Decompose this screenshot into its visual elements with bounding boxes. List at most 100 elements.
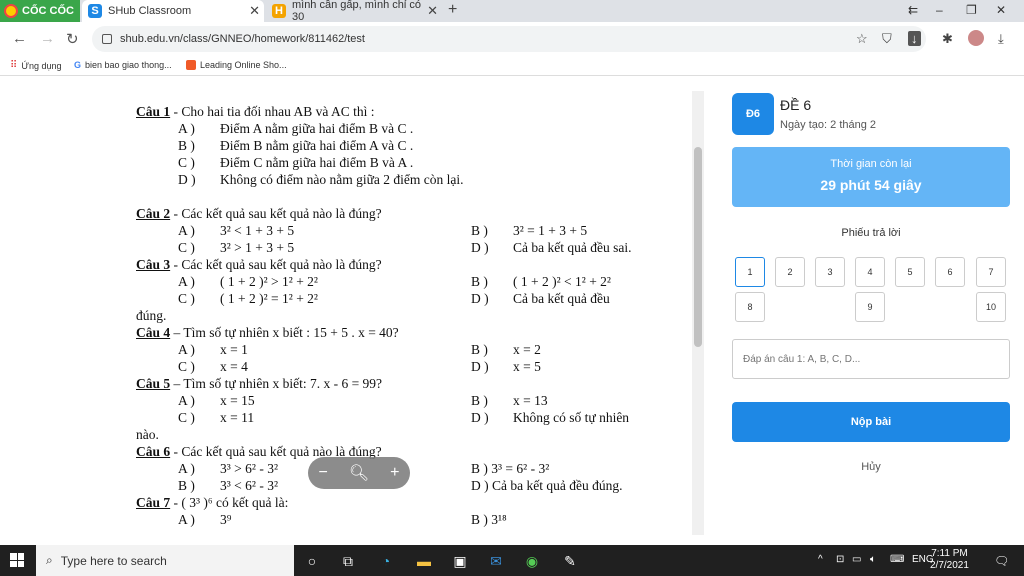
option-letter: A ) (178, 121, 195, 136)
option-letter: D ) (178, 172, 196, 187)
notifications-icon[interactable]: 🗨︎ (994, 554, 1009, 568)
file-explorer-icon[interactable]: ▬ (414, 551, 434, 571)
submit-button[interactable]: Nộp bài (732, 402, 1010, 442)
tab-search-icon[interactable]: ⇇ (908, 3, 918, 17)
coccoc-menu-button[interactable]: CỐC CỐC (0, 0, 80, 22)
close-tab-icon[interactable]: ✕ (427, 3, 438, 19)
question-text: - Các kết quả sau kết quả nào là đúng? (170, 206, 382, 221)
option-text: x = 1 (220, 342, 248, 357)
zoom-out-icon[interactable]: − (319, 464, 328, 482)
option-letter: A ) (178, 393, 195, 408)
answer-box[interactable]: 7 (976, 257, 1006, 287)
profile-avatar[interactable] (968, 30, 984, 46)
extensions-icon[interactable]: ✱ (942, 31, 953, 47)
answer-box[interactable]: 5 (895, 257, 925, 287)
back-button[interactable]: ← (12, 30, 27, 47)
coccoc-taskbar-icon[interactable]: ◉ (522, 551, 542, 571)
option-letter: A ) (178, 512, 195, 527)
timer-value: 29 phút 54 giây (820, 177, 922, 193)
option-text: 3³ > 6² - 3² (220, 461, 279, 476)
keyboard-icon[interactable]: ⌨ (890, 554, 904, 565)
bookmark-bien-bao[interactable]: G bien bao giao thong... (74, 60, 172, 70)
option-letter: C ) (178, 359, 195, 374)
mail-icon[interactable]: ✉ (486, 551, 506, 571)
bookmark-label: bien bao giao thong... (85, 60, 172, 70)
hoidap-favicon-icon: H (272, 4, 286, 18)
option-text: Điểm A nằm giữa hai điểm B và C . (220, 121, 414, 136)
continuation-text: nào. (136, 427, 159, 442)
answer-box[interactable]: 4 (855, 257, 885, 287)
question-number: Câu 2 (136, 206, 171, 221)
close-tab-icon[interactable]: ✕ (249, 3, 260, 19)
answer-box[interactable]: 9 (855, 292, 885, 322)
option-text: ( 1 + 2 )² < 1² + 2² (513, 274, 611, 289)
download-icon[interactable]: ↓ (908, 31, 921, 46)
question-text: - ( 3³ )⁶ có kết quả là: (170, 495, 289, 510)
option-letter: A ) (178, 461, 195, 476)
option-text: ( 1 + 2 )² > 1² + 2² (220, 274, 318, 289)
answer-box[interactable]: 3 (815, 257, 845, 287)
tab-hoidap[interactable]: H mình cần gấp, mình chỉ có 30 ✕ (266, 0, 442, 23)
answer-sheet-title: Phiếu trả lời (841, 227, 901, 239)
option-text: x = 2 (513, 342, 541, 357)
store-icon[interactable]: ▣ (450, 551, 470, 571)
task-view-icon[interactable]: ⧉ (338, 551, 358, 571)
clock-date: 2/7/2021 (930, 560, 969, 571)
option-letter: A ) (178, 274, 195, 289)
volume-icon[interactable]: 🔈︎ (870, 554, 876, 565)
taskbar-clock[interactable]: 7:11 PM 2/7/2021 (930, 548, 969, 572)
restore-button[interactable]: ❐ (966, 3, 977, 17)
forward-button[interactable]: → (40, 30, 55, 47)
zoom-in-icon[interactable]: + (390, 464, 399, 482)
continuation-text: đúng. (136, 308, 167, 323)
zoom-magnifier-icon[interactable]: 🔍︎ (349, 463, 369, 483)
option-text: x = 4 (220, 359, 248, 374)
shield-icon[interactable]: ⛉ (882, 31, 892, 47)
bookmark-star-icon[interactable]: ☆ (856, 31, 868, 47)
edge-icon[interactable]: ◔ (376, 551, 396, 571)
option-text: 3³ < 6² - 3² (220, 478, 279, 493)
windows-taskbar: ⌕ Type here to search ○ ⧉ ◔ ▬ ▣ ✉ ◉ ✎ ^ … (0, 545, 1024, 576)
cortana-icon[interactable]: ○ (302, 551, 322, 571)
shub-favicon-icon: S (88, 4, 102, 18)
document-line: A ) 3² < 1 + 3 + 5 B ) 3² = 1 + 3 + 5 (136, 222, 676, 239)
minimize-button[interactable]: – (936, 3, 943, 17)
answer-input[interactable] (732, 339, 1010, 379)
show-hidden-icons[interactable]: ^ (818, 554, 823, 565)
address-bar[interactable]: shub.edu.vn/class/GNNEO/homework/811462/… (92, 26, 926, 52)
document-line: Câu 1 - Cho hai tia đối nhau AB và AC th… (136, 103, 676, 120)
option-letter: B ) 3³ = 6² - 3² (471, 461, 550, 476)
new-tab-button[interactable]: + (448, 1, 457, 19)
paint-icon[interactable]: ✎ (560, 551, 580, 571)
google-icon: G (74, 60, 82, 70)
option-text: x = 5 (513, 359, 541, 374)
scrollbar-thumb[interactable] (694, 147, 702, 347)
download-arrow-icon[interactable]: ⤓ (998, 31, 1004, 47)
windows-start-icon[interactable] (10, 553, 24, 567)
document-line: B ) Điểm B nằm giữa hai điểm A và C . (136, 137, 676, 154)
bookmark-leading[interactable]: Leading Online Sho... (186, 60, 287, 70)
meet-now-icon[interactable]: ⊡ (836, 554, 844, 565)
reload-button[interactable]: ↻ (66, 30, 79, 48)
tab-shub[interactable]: S SHub Classroom ✕ (82, 0, 264, 22)
close-window-button[interactable]: ✕ (996, 3, 1006, 17)
taskbar-search[interactable]: ⌕ Type here to search (36, 545, 294, 576)
document-line: Câu 7 - ( 3³ )⁶ có kết quả là: (136, 494, 676, 511)
answer-box[interactable]: 1 (735, 257, 765, 287)
answer-box[interactable]: 2 (775, 257, 805, 287)
option-text: Không có điểm nào nằm giữa 2 điểm còn lạ… (220, 172, 464, 187)
cancel-link[interactable]: Hủy (732, 461, 1010, 473)
document-scrollbar[interactable] (692, 91, 704, 535)
clock-time: 7:11 PM (931, 548, 968, 559)
answer-box[interactable]: 6 (935, 257, 965, 287)
answer-box[interactable]: 8 (735, 292, 765, 322)
network-icon[interactable]: ▭ (852, 554, 861, 565)
bookmark-label: Ứng dụng (21, 60, 62, 71)
question-number: Câu 6 (136, 444, 171, 459)
option-text: Cả ba kết quả đều (513, 291, 610, 306)
document-line: Câu 6 - Các kết quả sau kết quả nào là đ… (136, 443, 676, 460)
document-line: D ) Không có điểm nào nằm giữa 2 điểm còn… (136, 171, 676, 188)
bookmark-apps[interactable]: ⠿ Ứng dụng (10, 60, 62, 71)
option-letter: D ) Cả ba kết quả đều đúng. (471, 478, 623, 493)
answer-box[interactable]: 10 (976, 292, 1006, 322)
